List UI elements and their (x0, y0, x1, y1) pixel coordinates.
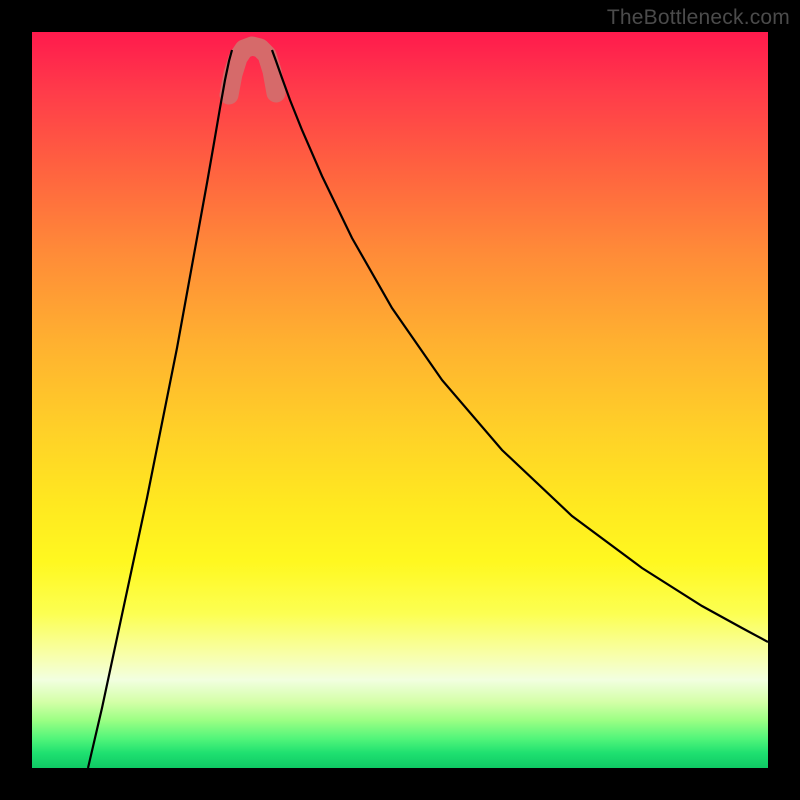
bottleneck-curve-right (272, 50, 768, 642)
chart-frame: TheBottleneck.com (0, 0, 800, 800)
plot-area (32, 32, 768, 768)
curve-layer (32, 32, 768, 768)
valley-highlight (229, 46, 276, 95)
watermark-text: TheBottleneck.com (607, 6, 790, 30)
bottleneck-curve-left (88, 50, 232, 768)
